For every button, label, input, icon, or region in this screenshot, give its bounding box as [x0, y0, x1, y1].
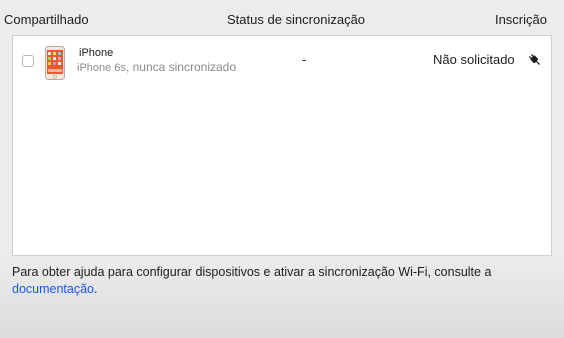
help-text-suffix: .: [94, 282, 98, 296]
device-sync-detail: , nunca sincronizado: [125, 60, 237, 74]
device-model: iPhone 6s: [77, 62, 126, 74]
column-header-shared[interactable]: Compartilhado: [4, 12, 89, 27]
help-text: Para obter ajuda para configurar disposi…: [12, 264, 532, 298]
iphone-icon: [45, 46, 65, 80]
column-header-sync-status[interactable]: Status de sincronização: [227, 12, 365, 27]
device-list: iPhone iPhone 6s, nunca sincronizado - N…: [12, 35, 552, 256]
table-row[interactable]: iPhone iPhone 6s, nunca sincronizado - N…: [13, 36, 551, 84]
device-subtitle: iPhone 6s, nunca sincronizado: [77, 60, 236, 74]
share-checkbox[interactable]: [22, 55, 34, 67]
device-name: iPhone: [79, 47, 114, 59]
plug-icon[interactable]: [528, 53, 542, 67]
sync-status: -: [302, 52, 307, 67]
documentation-link[interactable]: documentação: [12, 282, 94, 296]
table-header: Compartilhado Status de sincronização In…: [0, 0, 564, 36]
help-text-prefix: Para obter ajuda para configurar disposi…: [12, 265, 492, 279]
column-header-enrollment[interactable]: Inscrição: [495, 12, 547, 27]
enrollment-status: Não solicitado: [433, 52, 515, 67]
